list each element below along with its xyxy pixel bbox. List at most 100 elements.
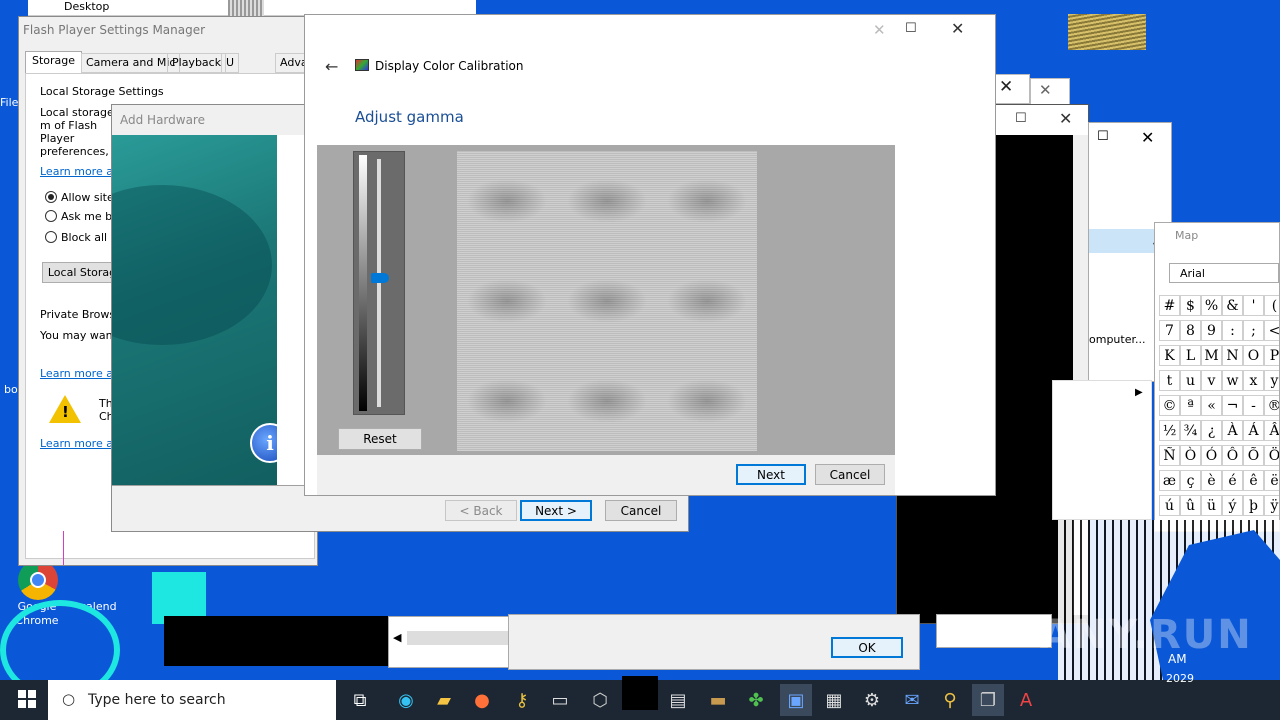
char-cell[interactable]: ½ [1159,420,1180,441]
char-cell[interactable]: û [1180,495,1201,516]
radio-allow-sites-dot[interactable] [45,191,57,203]
ok-button[interactable]: OK [831,637,903,658]
task-view-icon[interactable]: ⧉ [344,684,376,716]
char-cell[interactable]: ý [1222,495,1243,516]
char-cell[interactable]: P [1264,345,1279,366]
char-cell[interactable]: & [1222,295,1243,316]
clock-date[interactable]: 2029 [1166,672,1194,685]
window-icon[interactable]: ▦ [818,684,850,716]
char-cell[interactable]: ; [1243,320,1264,341]
radio-ask-me-dot[interactable] [45,210,57,222]
char-cell[interactable]: ¬ [1222,395,1243,416]
char-cell[interactable]: ú [1159,495,1180,516]
char-cell[interactable]: x [1243,370,1264,391]
char-cell[interactable]: v [1201,370,1222,391]
char-cell[interactable]: ê [1243,470,1264,491]
char-cell[interactable]: : [1222,320,1243,341]
charmap-font-select[interactable]: Arial [1169,263,1279,283]
char-cell[interactable]: 7 [1159,320,1180,341]
puzzle-icon[interactable]: ✤ [740,684,772,716]
context-arrow-icon[interactable]: ▶ [1135,387,1143,398]
bg-window-2-close-icon[interactable]: ✕ [999,77,1013,97]
char-cell[interactable]: M [1201,345,1222,366]
char-cell[interactable]: ® [1264,395,1279,416]
side-window-close-icon[interactable]: ✕ [1141,128,1154,147]
char-cell[interactable]: # [1159,295,1180,316]
char-cell[interactable]: þ [1243,495,1264,516]
edge-icon[interactable]: ◉ [390,684,422,716]
char-cell[interactable]: Ö [1264,445,1279,466]
font-a-icon[interactable]: A [1010,684,1042,716]
gamma-slider-thumb[interactable] [371,273,389,284]
char-cell[interactable]: Ô [1222,445,1243,466]
char-cell[interactable]: w [1222,370,1243,391]
dcc-back-arrow-icon[interactable]: ← [325,57,338,76]
black-taskbar-square[interactable] [622,676,658,710]
char-cell[interactable]: ÿ [1264,495,1279,516]
radio-block-all-dot[interactable] [45,231,57,243]
char-cell[interactable]: < [1264,320,1279,341]
taskbar-search-box[interactable]: ○ Type here to search [48,680,336,720]
char-cell[interactable]: ( [1264,295,1279,316]
char-cell[interactable]: © [1159,395,1180,416]
char-cell[interactable]: 8 [1180,320,1201,341]
char-cell[interactable]: ' [1243,295,1264,316]
network-icon[interactable]: ⬡ [584,684,616,716]
desktop-file-label[interactable]: File [0,96,18,109]
char-cell[interactable]: ¿ [1201,420,1222,441]
char-cell[interactable]: K [1159,345,1180,366]
file-explorer-icon[interactable]: ▰ [428,684,460,716]
char-cell[interactable]: y [1264,370,1279,391]
side-window-maximize-icon[interactable]: ☐ [1097,129,1109,144]
char-cell[interactable]: 9 [1201,320,1222,341]
dcc-next-button[interactable]: Next [736,464,806,485]
char-cell[interactable]: ç [1180,470,1201,491]
char-cell[interactable]: é [1222,470,1243,491]
char-cell[interactable]: Ó [1201,445,1222,466]
char-cell[interactable]: Ñ [1159,445,1180,466]
char-cell[interactable]: ª [1180,395,1201,416]
char-cell[interactable]: N [1222,345,1243,366]
reset-button[interactable]: Reset [338,428,422,450]
tab-playback[interactable]: Playback [167,53,227,73]
char-cell[interactable]: « [1201,395,1222,416]
black-window-maximize-icon[interactable]: ☐ [1015,111,1027,126]
char-cell[interactable]: Â [1264,420,1279,441]
bg-window-3-close-icon[interactable]: ✕ [1039,81,1052,99]
firefox-icon[interactable]: ● [466,684,498,716]
char-cell[interactable]: ü [1201,495,1222,516]
scroll-left-icon[interactable]: ◀ [393,631,401,644]
dcc-close-icon[interactable]: ✕ [951,19,964,38]
char-cell[interactable]: $ [1180,295,1201,316]
char-cell[interactable]: O [1243,345,1264,366]
app-window-icon[interactable]: ▭ [544,684,576,716]
char-cell[interactable]: t [1159,370,1180,391]
display-calibration-icon[interactable]: ▣ [780,684,812,716]
search-tool-icon[interactable]: ⚲ [934,684,966,716]
char-cell[interactable]: u [1180,370,1201,391]
local-storage-settings-button[interactable]: Local Storag [42,262,122,283]
char-cell[interactable]: è [1201,470,1222,491]
char-cell[interactable]: Ò [1180,445,1201,466]
dcc-cancel-button[interactable]: Cancel [815,464,885,485]
dcc-maximize-icon[interactable]: ☐ [905,21,917,36]
radio-allow-sites[interactable]: Allow sites [45,191,119,204]
char-cell[interactable]: L [1180,345,1201,366]
wizard-back-button[interactable]: < Back [445,500,517,521]
char-cell[interactable]: Á [1243,420,1264,441]
char-cell[interactable]: - [1243,395,1264,416]
wizard-next-button[interactable]: Next > [520,500,592,521]
char-cell[interactable]: % [1201,295,1222,316]
tab-storage[interactable]: Storage [25,51,83,73]
char-cell[interactable]: ¾ [1180,420,1201,441]
tab-updates[interactable]: U [221,53,240,73]
black-window-close-icon[interactable]: ✕ [1059,109,1072,128]
dcc-minimize-icon[interactable]: ✕ [873,21,886,39]
char-cell[interactable]: Õ [1243,445,1264,466]
char-cell[interactable]: À [1222,420,1243,441]
wizard-cancel-button[interactable]: Cancel [605,500,677,521]
keys-icon[interactable]: ⚷ [506,684,538,716]
scanner-icon[interactable]: ▬ [702,684,734,716]
desktop-bo-label[interactable]: bo [4,383,18,396]
mail-icon[interactable]: ✉ [896,684,928,716]
